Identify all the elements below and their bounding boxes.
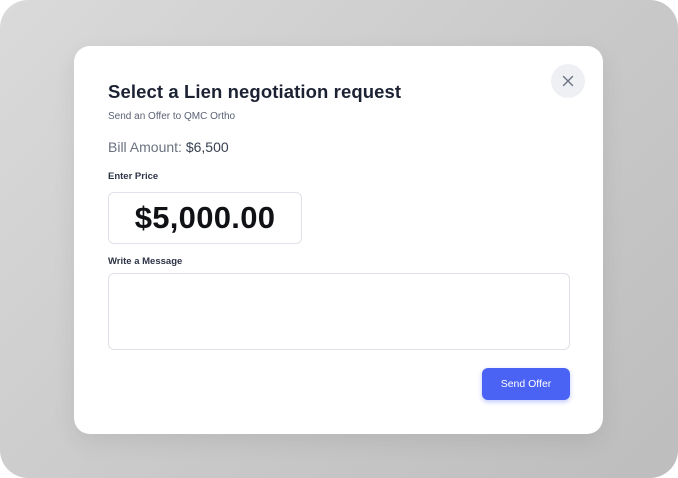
price-label: Enter Price <box>108 171 159 182</box>
dialog-title: Select a Lien negotiation request <box>108 81 402 102</box>
bill-amount-label: Bill Amount: <box>108 139 182 155</box>
price-input[interactable]: $5,000.00 <box>108 192 302 244</box>
message-textarea[interactable] <box>108 273 570 350</box>
dialog-subtitle: Send an Offer to QMC Ortho <box>108 111 236 122</box>
message-label: Write a Message <box>108 256 183 267</box>
bill-amount-value: $6,500 <box>185 139 229 155</box>
bill-amount-row: Bill Amount: $6,500 <box>108 139 229 155</box>
lien-negotiation-dialog: Select a Lien negotiation request Send a… <box>74 46 603 434</box>
close-button[interactable] <box>551 64 585 98</box>
send-offer-button[interactable]: Send Offer <box>482 368 570 400</box>
close-icon <box>562 75 574 87</box>
